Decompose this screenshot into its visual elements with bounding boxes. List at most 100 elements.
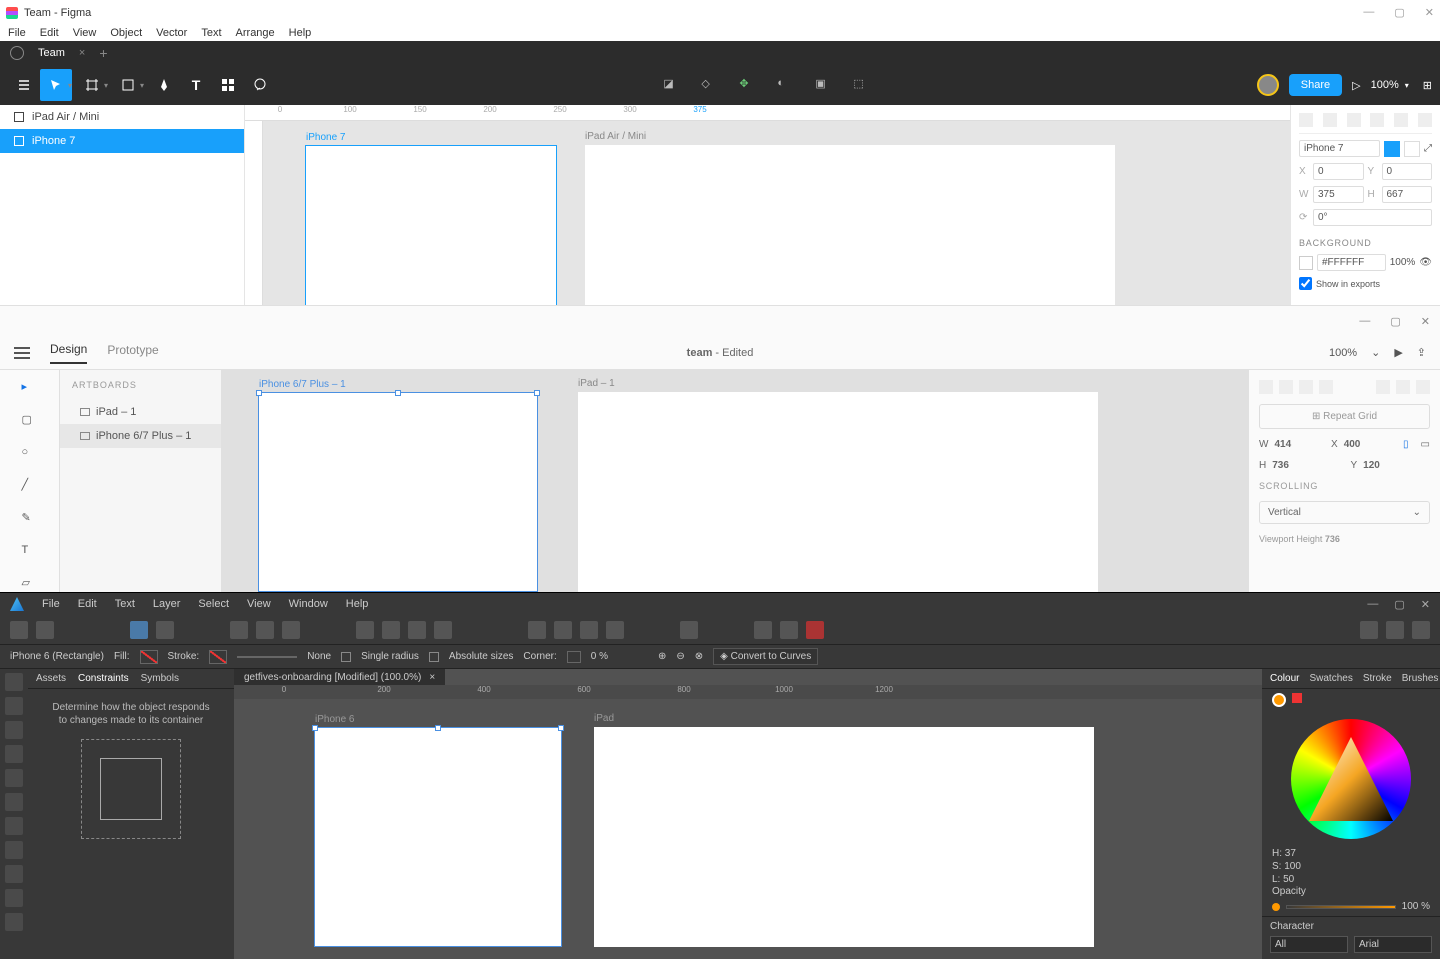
canvas-artboard[interactable]: iPhone 6 [314,727,562,947]
canvas-frame[interactable]: iPhone 7 [305,145,557,305]
play-icon[interactable]: ▶ [1394,346,1402,359]
xd-canvas[interactable]: iPhone 6/7 Plus – 1 iPad – 1 [222,370,1248,592]
secondary-color-icon[interactable] [1292,693,1302,703]
close-icon[interactable]: ✕ [1421,598,1430,611]
snap-icon[interactable] [130,621,148,639]
stroke-swatch[interactable] [209,650,227,664]
pen-tool[interactable]: ✎ [22,511,38,524]
opacity-value[interactable]: 100% [1390,257,1416,268]
resize-handle[interactable] [435,725,441,731]
text-tool[interactable]: T [180,69,212,101]
maximize-icon[interactable]: ▢ [1394,6,1404,19]
minimize-icon[interactable]: — [1359,315,1370,327]
component-tool[interactable] [212,69,244,101]
w-input[interactable]: 414 [1274,439,1291,450]
resize-handle[interactable] [558,725,564,731]
single-radius-checkbox[interactable] [341,652,351,662]
rotate-icon[interactable]: ◇ [701,77,717,93]
font-collection-select[interactable]: All [1270,936,1348,953]
align-vcenter-icon[interactable] [1394,113,1408,127]
bool-icon[interactable]: ▣ [815,77,831,93]
corner-value[interactable]: 0 % [591,651,608,662]
pixel-grid-icon[interactable]: ⊞ [1423,79,1432,92]
avatar-icon[interactable] [1257,74,1279,96]
align-icon[interactable] [1299,380,1313,394]
figma-canvas[interactable]: 0100150200250300375 iPhone 7 iPad Air / … [245,105,1290,305]
crop-tool[interactable] [5,913,23,931]
x-input[interactable]: 400 [1344,439,1361,450]
flip-icon[interactable] [554,621,572,639]
artboard-tool[interactable]: ▱ [22,576,38,589]
arrange-icon[interactable] [408,621,426,639]
tab-prototype[interactable]: Prototype [107,343,158,363]
device-select[interactable]: iPhone 7 [1299,140,1380,157]
canvas-artboard[interactable]: iPad [594,727,1094,947]
align-right-icon[interactable] [1347,113,1361,127]
h-input[interactable]: 667 [1382,186,1433,203]
tab-stroke[interactable]: Stroke [1363,673,1392,684]
menu-view[interactable]: View [247,598,271,610]
fill-color-icon[interactable] [1272,693,1286,707]
resize-handle[interactable] [312,725,318,731]
menu-help[interactable]: Help [289,27,312,39]
y-input[interactable]: 0 [1382,163,1433,180]
dist-icon[interactable] [1376,380,1390,394]
portrait-icon[interactable] [1384,141,1400,157]
menu-help[interactable]: Help [346,598,369,610]
layer-item-selected[interactable]: iPhone 6/7 Plus – 1 [60,424,221,448]
menu-edit[interactable]: Edit [78,598,97,610]
pen-tool[interactable] [5,769,23,787]
align-icon[interactable] [1259,380,1273,394]
repeat-grid-button[interactable]: ⊞ Repeat Grid [1259,404,1430,429]
close-icon[interactable]: ✕ [1425,6,1434,19]
chevron-down-icon[interactable]: ▾ [68,81,72,90]
stroke-width-slider[interactable] [237,656,297,658]
account-icon[interactable] [1360,621,1378,639]
chevron-down-icon[interactable]: ▾ [104,81,108,90]
landscape-icon[interactable] [1404,141,1420,157]
show-exports-checkbox[interactable] [1299,277,1312,290]
color-wheel[interactable] [1291,719,1411,839]
x-input[interactable]: 0 [1313,163,1364,180]
persona-icon[interactable] [36,621,54,639]
grid-icon[interactable] [780,621,798,639]
menu-icon[interactable] [14,347,30,359]
ellipse-tool[interactable]: ○ [22,446,38,458]
tab-constraints[interactable]: Constraints [78,673,129,684]
w-input[interactable]: 375 [1313,186,1364,203]
tab-design[interactable]: Design [50,342,87,364]
affinity-canvas[interactable]: getfives-onboarding [Modified] (100.0%)×… [234,669,1262,959]
cloud-icon[interactable] [1386,621,1404,639]
resize-handle[interactable] [395,390,401,396]
tab-add-icon[interactable]: + [99,45,107,61]
order-icon[interactable] [230,621,248,639]
tab-close-icon[interactable]: × [429,672,435,683]
minimize-icon[interactable]: — [1367,598,1378,611]
chevron-down-icon[interactable]: ⌄ [1371,346,1380,359]
help-icon[interactable] [1412,621,1430,639]
transparency-tool[interactable] [5,865,23,883]
menu-text[interactable]: Text [115,598,135,610]
resize-handle[interactable] [256,390,262,396]
align-icon[interactable] [606,621,624,639]
resize-icon[interactable]: ⤢ [1424,143,1432,154]
layer-item[interactable]: iPad Air / Mini [0,105,244,129]
crop-icon[interactable]: ◪ [663,77,679,93]
brush-tool[interactable] [5,817,23,835]
opacity-slider[interactable] [1286,905,1396,909]
arrange-icon[interactable] [434,621,452,639]
persona-icon[interactable] [10,621,28,639]
place-tool[interactable] [5,889,23,907]
text-tool[interactable]: T [22,544,38,556]
share-icon[interactable]: ⇪ [1417,346,1426,359]
canvas-artboard[interactable]: iPhone 6/7 Plus – 1 [258,392,538,592]
fill-input[interactable]: #FFFFFF [1317,254,1386,271]
line-tool[interactable]: ╱ [22,478,38,491]
menu-edit[interactable]: Edit [40,27,59,39]
align-icon[interactable] [1319,380,1333,394]
convert-button[interactable]: ◈ Convert to Curves [713,648,818,665]
absolute-sizes-checkbox[interactable] [429,652,439,662]
font-family-select[interactable]: Arial [1354,936,1432,953]
corner-tool[interactable] [5,745,23,763]
share-button[interactable]: Share [1289,74,1342,96]
